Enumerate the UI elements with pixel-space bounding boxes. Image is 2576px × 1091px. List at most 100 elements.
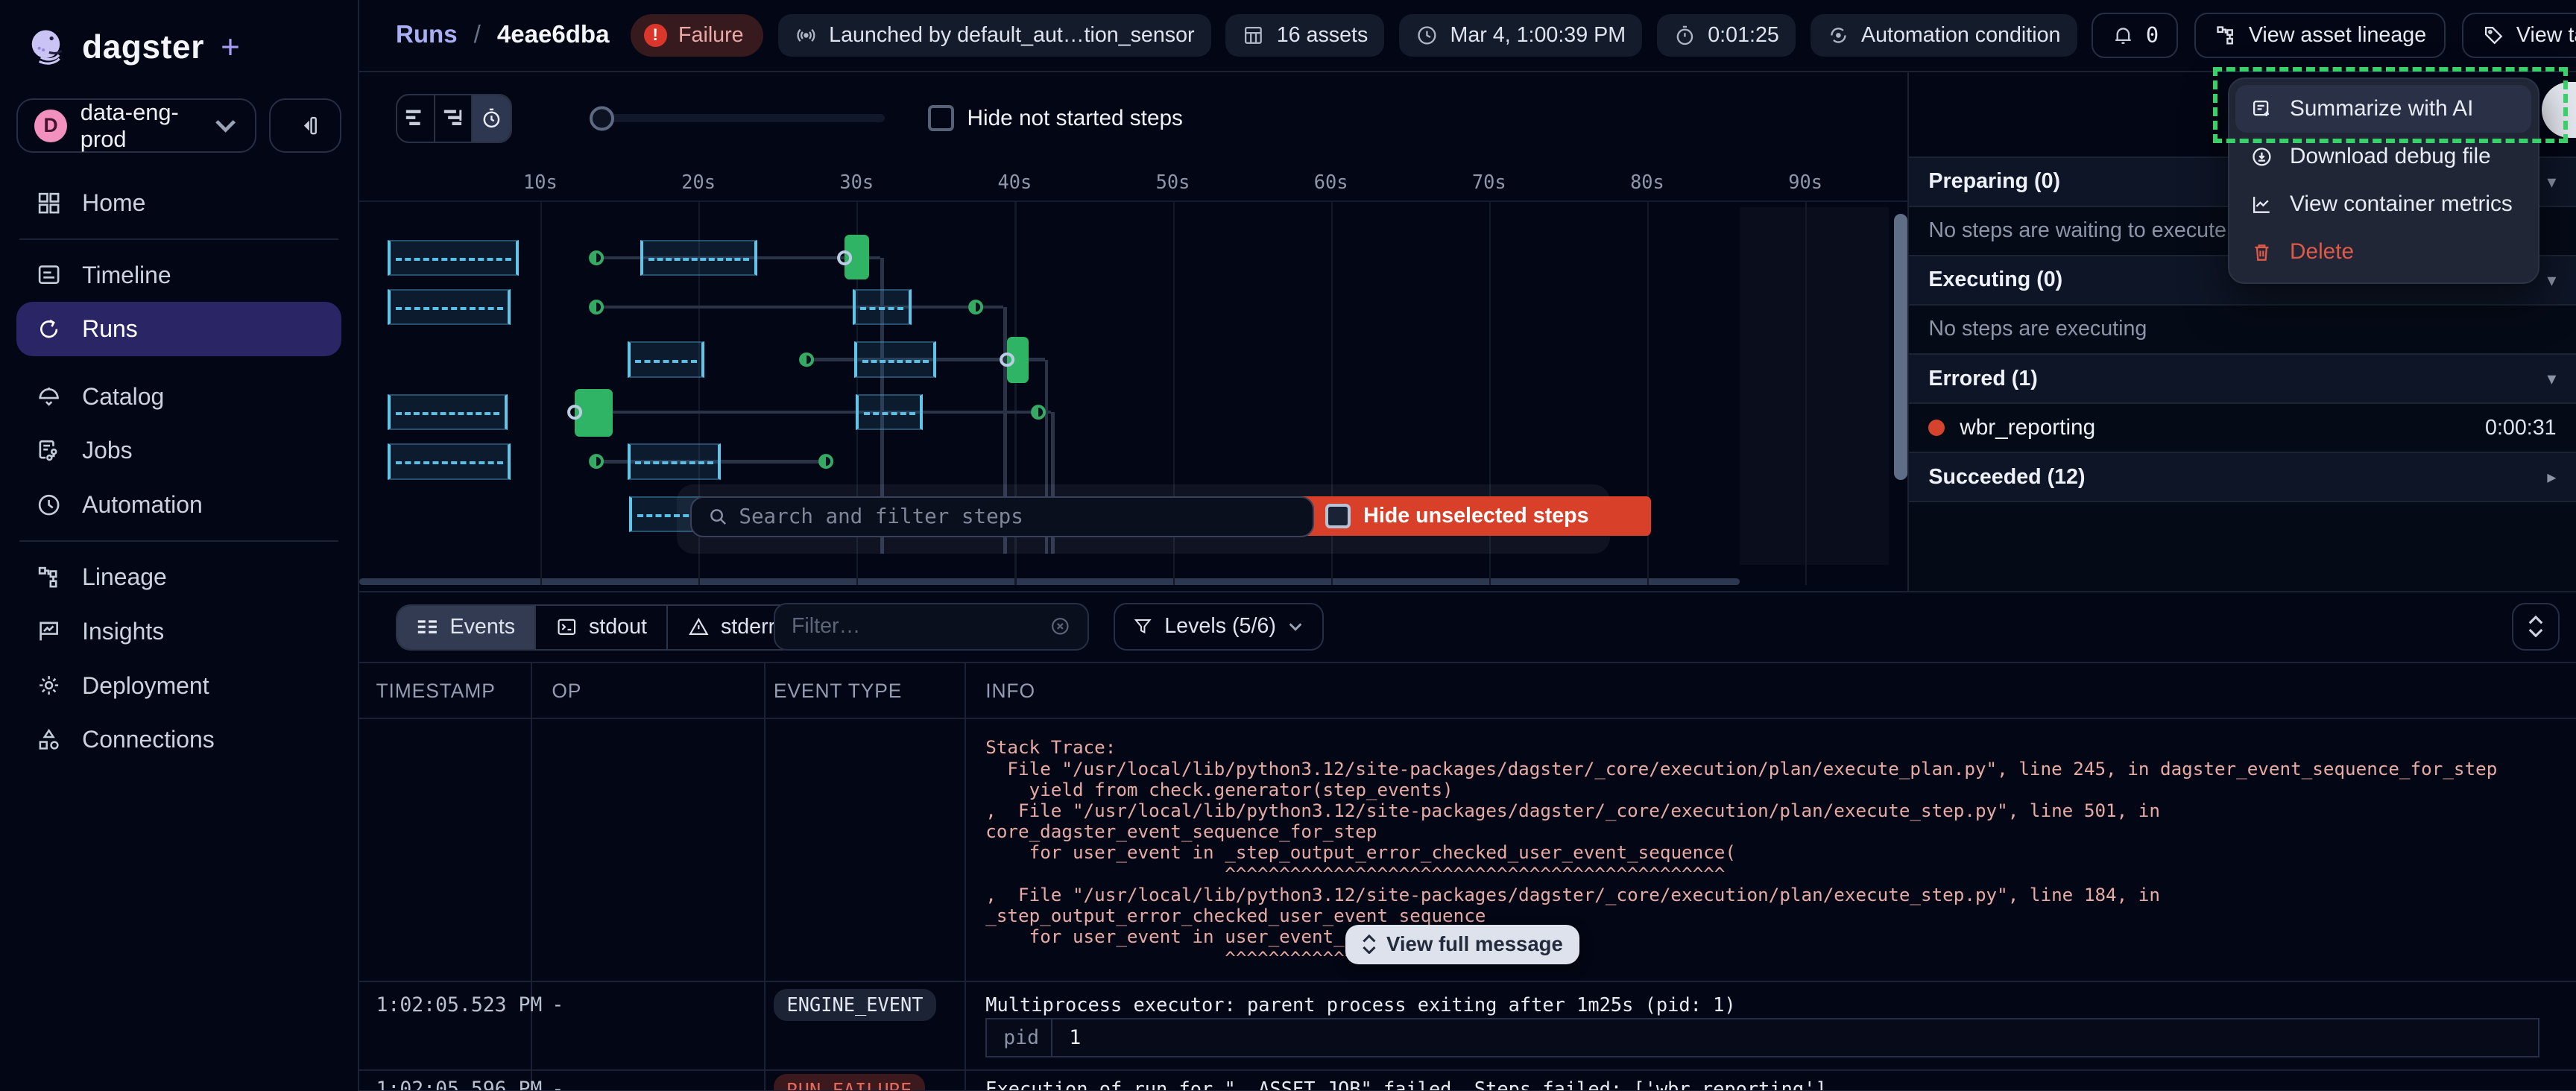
sidebar-item-catalog[interactable]: Catalog (16, 370, 341, 424)
gantt-step-bar-pending[interactable] (388, 240, 519, 276)
expand-panel-button[interactable] (2512, 603, 2560, 651)
status-label: Failure (678, 23, 744, 48)
alerts-bell-button[interactable]: 0 (2092, 13, 2178, 59)
sidebar-divider (19, 540, 338, 542)
gantt-step-bar-pending[interactable] (640, 240, 757, 276)
automation-condition-tag[interactable]: Automation condition (1811, 14, 2077, 57)
hide-unselected-checkbox[interactable] (1325, 504, 1350, 528)
sidebar-item-label: Timeline (82, 262, 171, 289)
gantt-step-bar-pending[interactable] (856, 394, 923, 430)
gantt-body[interactable]: Hide unselected steps (359, 202, 1907, 591)
hide-not-started-checkbox[interactable]: Hide not started steps (928, 105, 1183, 131)
engine-event-row[interactable]: 1:02:05.523 PM - ENGINE_EVENT Multiproce… (359, 982, 2576, 1071)
runs-icon (36, 316, 62, 342)
menu-item-delete[interactable]: Delete (2235, 228, 2531, 276)
sidebar-item-automation[interactable]: Automation (16, 478, 341, 532)
clock-icon (1415, 24, 1439, 47)
view-asset-lineage-button[interactable]: View asset lineage (2194, 13, 2446, 59)
steps-panel-empty (1909, 502, 2576, 591)
gantt-step-bar-pending[interactable] (388, 394, 508, 430)
tab-stdout[interactable]: stdout (536, 606, 668, 649)
flat-view-button[interactable] (397, 95, 435, 142)
tab-label: Events (449, 615, 515, 639)
caret-down-icon: ▾ (2547, 269, 2556, 291)
event-info: Execution of run for "__ASSET_JOB" faile… (985, 1078, 2563, 1091)
tag-label: Mar 4, 1:00:39 PM (1450, 23, 1626, 48)
gantt-step-bar-pending[interactable] (854, 341, 936, 377)
checkbox-box[interactable] (928, 105, 954, 131)
catalog-icon (36, 384, 62, 410)
sidebar-item-timeline[interactable]: Timeline (16, 248, 341, 303)
view-full-message-button[interactable]: View full message (1345, 925, 1579, 964)
stack-trace-row[interactable]: Stack Trace: File "/usr/local/lib/python… (359, 719, 2576, 982)
col-info: INFO (985, 680, 1035, 703)
event-op: - (552, 993, 564, 1016)
levels-dropdown[interactable]: Levels (5/6) (1114, 603, 1323, 651)
gantt-step-bar-pending[interactable] (628, 341, 705, 377)
breadcrumb-runs-link[interactable]: Runs (396, 21, 458, 49)
tag-label: 16 assets (1277, 23, 1368, 48)
section-succeeded[interactable]: Succeeded (12) ▸ (1909, 453, 2576, 502)
launched-by-tag[interactable]: Launched by default_aut…tion_sensor (778, 14, 1211, 57)
main-area: Runs / 4eae6dba ! Failure Launched by de… (358, 0, 2576, 1091)
slider-knob[interactable] (590, 106, 614, 130)
sidebar-item-label: Connections (82, 726, 215, 753)
tag-label: Automation condition (1861, 23, 2061, 48)
gantt-vertical-scrollbar[interactable] (1894, 214, 1907, 480)
section-errored[interactable]: Errored (1) ▾ (1909, 355, 2576, 404)
log-filter-box[interactable] (774, 603, 1089, 651)
gantt-step-bar-pending[interactable] (388, 289, 511, 325)
deployment-avatar: D (34, 110, 67, 142)
timed-view-button[interactable] (473, 95, 511, 142)
gantt-step-bar-pending[interactable] (388, 443, 511, 479)
waterfall-view-button[interactable] (435, 95, 473, 142)
section-title: Succeeded (12) (1928, 465, 2547, 490)
deployment-selector[interactable]: D data-eng-prod (16, 98, 256, 153)
sidebar-item-label: Catalog (82, 383, 164, 411)
step-search-box[interactable] (690, 496, 1315, 537)
events-list-icon (417, 616, 438, 638)
download-icon (2250, 145, 2273, 168)
jobs-icon (36, 437, 62, 464)
clear-filter-icon[interactable] (1049, 616, 1071, 637)
start-time-tag[interactable]: Mar 4, 1:00:39 PM (1399, 14, 1642, 57)
gantt-step-bar-pending[interactable] (853, 289, 912, 325)
menu-item-container-metrics[interactable]: View container metrics (2235, 180, 2531, 228)
log-filter-input[interactable] (792, 614, 1037, 639)
deployment-label: data-eng-prod (80, 99, 199, 153)
sidebar-item-deployment[interactable]: Deployment (16, 659, 341, 713)
step-search-input[interactable] (739, 505, 1296, 528)
gear-icon (36, 672, 62, 698)
gantt-step-bar-pending[interactable] (628, 443, 722, 479)
view-tags-config-button[interactable]: View tags and config (2462, 13, 2576, 59)
sidebar-item-connections[interactable]: Connections (16, 712, 341, 767)
automation-condition-icon (1827, 24, 1850, 47)
menu-item-summarize-ai[interactable]: Summarize with AI (2235, 85, 2531, 133)
tab-events[interactable]: Events (397, 606, 537, 649)
gantt-gridline (540, 202, 542, 585)
gantt-right-strip (1740, 207, 1890, 565)
breadcrumb-separator: / (474, 21, 481, 49)
sidebar-item-insights[interactable]: Insights (16, 604, 341, 659)
errored-step-row[interactable]: wbr_reporting 0:00:31 (1909, 404, 2576, 453)
collapse-sidebar-button[interactable] (269, 98, 341, 153)
gantt-zoom-slider[interactable] (590, 114, 886, 122)
sidebar-item-lineage[interactable]: Lineage (16, 550, 341, 604)
step-duration: 0:00:31 (2485, 416, 2557, 440)
logo[interactable]: dagster + (16, 0, 341, 86)
sidebar-item-jobs[interactable]: Jobs (16, 424, 341, 478)
event-metadata-table: pid 1 (985, 1018, 2539, 1057)
sidebar-item-home[interactable]: Home (16, 176, 341, 230)
gantt-horizontal-scrollbar[interactable] (359, 578, 1739, 585)
asset-grid-icon (1242, 24, 1265, 47)
failure-exclamation-icon: ! (644, 24, 667, 47)
gantt-node-dot (589, 454, 604, 469)
menu-item-download-debug[interactable]: Download debug file (2235, 133, 2531, 180)
stack-trace-text: Stack Trace: File "/usr/local/lib/python… (985, 737, 2566, 968)
axis-tick-label: 40s (997, 171, 1032, 193)
summarize-ai-icon (2250, 98, 2273, 121)
run-failure-row[interactable]: 1:02:05.596 PM - RUN_FAILURE Execution o… (359, 1071, 2576, 1091)
sidebar-item-runs[interactable]: Runs (16, 302, 341, 356)
assets-count-tag[interactable]: 16 assets (1225, 14, 1384, 57)
duration-tag[interactable]: 0:01:25 (1657, 14, 1796, 57)
